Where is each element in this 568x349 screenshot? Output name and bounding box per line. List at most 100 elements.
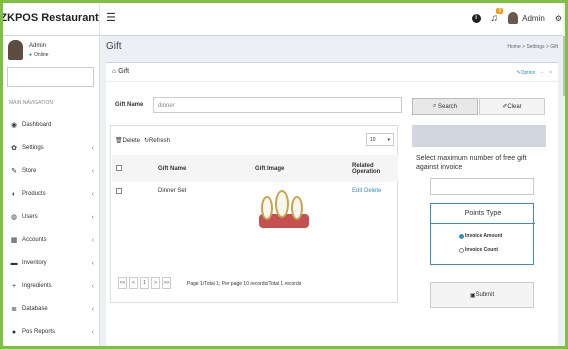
- search-button[interactable]: ⌕ Search: [412, 98, 478, 115]
- next-page-button[interactable]: >: [151, 277, 160, 289]
- prev-page-button[interactable]: <: [129, 277, 138, 289]
- chevron-left-icon: ‹: [91, 167, 94, 175]
- table-header-row: Gift Name Gift Image Related Operation: [112, 155, 398, 182]
- points-type-box: Points Type Invoice Amount Invoice Count: [430, 203, 535, 265]
- profile-status: Online: [29, 52, 48, 58]
- nav-header: MAIN NAVIGATION: [9, 100, 53, 106]
- sidebar: Admin Online MAIN NAVIGATION ◉Dashboard …: [0, 36, 100, 349]
- sidebar-item-inventory[interactable]: ▬ Inventory ‹: [10, 257, 95, 269]
- select-all-checkbox-cell[interactable]: [112, 155, 154, 182]
- box-title: ⌂ Gift: [112, 68, 130, 75]
- breadcrumb[interactable]: Home > Settings > Gift: [507, 44, 558, 50]
- sidebar-item-accounts[interactable]: ▦ Accounts ‹: [10, 234, 94, 246]
- chevron-left-icon: ‹: [91, 282, 94, 290]
- sidebar-item-ingredients[interactable]: + Ingredients ‹: [10, 280, 94, 292]
- sidebar-item-store[interactable]: ✎ Store ‹: [10, 165, 94, 177]
- chevron-left-icon: ‹: [91, 144, 94, 152]
- sidebar-item-settings[interactable]: ✿ Settings ‹: [10, 142, 94, 154]
- notification-badge: 3: [496, 7, 504, 14]
- app-logo[interactable]: ZKPOS Restaurant: [0, 0, 100, 36]
- menu-toggle-icon[interactable]: ☰: [106, 11, 116, 24]
- gift-image-cell: [251, 182, 348, 237]
- profile-name: Admin: [29, 42, 47, 49]
- bank-icon: ⌂: [112, 68, 117, 75]
- close-icon[interactable]: ×: [549, 70, 552, 76]
- products-icon: ◐: [11, 190, 17, 198]
- clear-button[interactable]: ✐ Clear: [479, 98, 545, 115]
- chevron-left-icon: ‹: [91, 190, 94, 198]
- dashboard-icon: ◉: [10, 122, 18, 129]
- pagination: << < 1 > >>: [118, 277, 171, 289]
- gift-name-cell: Dinner Set: [158, 188, 187, 194]
- last-page-button[interactable]: >>: [162, 277, 171, 289]
- sidebar-item-pos-reports[interactable]: ● Pos Reports ‹: [10, 326, 94, 338]
- first-page-button[interactable]: <<: [118, 277, 127, 289]
- trash-icon: 🗑: [115, 138, 123, 144]
- free-gift-description: Select maximum number of free gift again…: [416, 155, 527, 171]
- truck-icon: ▬: [10, 259, 18, 267]
- delete-link[interactable]: Delete: [364, 188, 381, 194]
- info-icon[interactable]: i: [471, 13, 481, 23]
- scrollbar[interactable]: [563, 0, 568, 349]
- page-number[interactable]: 1: [140, 277, 149, 289]
- options-link[interactable]: ✎Option: [516, 70, 535, 76]
- header-avatar: [508, 12, 519, 24]
- table-row: Dinner Set Edit Delete: [112, 182, 398, 237]
- sidebar-search-input[interactable]: [7, 67, 94, 87]
- select-all-checkbox[interactable]: [116, 164, 122, 171]
- table-toolbar: 🗑Delete ↻Refresh: [115, 137, 170, 144]
- top-header: ZKPOS Restaurant ☰ i ♫ 3 Admin ⚙: [0, 0, 568, 36]
- submit-button[interactable]: ▣ Submit: [430, 282, 534, 308]
- chevron-left-icon: ‹: [91, 259, 94, 267]
- share-icon[interactable]: ⚙: [555, 14, 562, 23]
- refresh-button[interactable]: ↻Refresh: [144, 137, 170, 144]
- plus-icon: +: [11, 282, 17, 290]
- col-gift-image: Gift Image: [251, 155, 348, 182]
- delete-button[interactable]: 🗑Delete: [115, 137, 140, 144]
- notification-bell-icon[interactable]: ♫ 3: [491, 7, 504, 24]
- header-right: i ♫ 3 Admin ⚙: [471, 0, 562, 36]
- col-related-operation: Related Operation: [348, 155, 398, 182]
- sidebar-item-database[interactable]: ≣ Database ‹: [10, 303, 94, 315]
- gift-name-input[interactable]: dinner: [153, 97, 402, 113]
- divider: [106, 81, 558, 82]
- box-tools: ✎Option − ×: [516, 70, 552, 76]
- col-gift-name: Gift Name: [154, 155, 251, 182]
- avatar: [8, 40, 23, 60]
- divider: [431, 223, 535, 224]
- chevron-left-icon: ‹: [91, 236, 94, 244]
- pin-icon: ✎: [11, 168, 17, 175]
- panel-header: [412, 125, 546, 147]
- invoice-amount-radio[interactable]: Invoice Amount: [459, 233, 502, 239]
- user-icon: ◍: [10, 214, 18, 221]
- page-title: Gift: [106, 41, 122, 52]
- user-profile: Admin Online: [8, 40, 48, 60]
- dinner-set-image: [257, 188, 311, 230]
- sidebar-item-users[interactable]: ◍ Users ‹: [10, 211, 94, 223]
- radio-empty-icon: [459, 247, 464, 253]
- points-type-title: Points Type: [464, 210, 502, 217]
- collapse-icon[interactable]: −: [541, 70, 544, 76]
- sidebar-item-products[interactable]: ◐ Products ‹: [10, 188, 94, 200]
- accounts-icon: ▦: [10, 237, 18, 244]
- max-gift-input[interactable]: [430, 178, 534, 195]
- header-username: Admin: [522, 13, 545, 23]
- gift-table-panel: 🗑Delete ↻Refresh 10 ▾ Gift Name Gift Imag…: [110, 125, 398, 303]
- chevron-left-icon: ‹: [91, 305, 94, 313]
- gear-icon: ✿: [11, 145, 17, 152]
- page-size-select[interactable]: 10 ▾: [366, 133, 394, 146]
- operation-cell: Edit Delete: [348, 182, 398, 237]
- row-checkbox[interactable]: [116, 188, 122, 194]
- row-checkbox-cell[interactable]: [112, 182, 154, 237]
- scrollbar-thumb[interactable]: [563, 36, 568, 96]
- radio-selected-icon: [459, 233, 464, 239]
- chevron-left-icon: ‹: [91, 328, 94, 336]
- invoice-count-radio[interactable]: Invoice Count: [459, 247, 498, 253]
- page-info: Page 1/Total 1; Per page 10 records/Tota…: [187, 281, 302, 287]
- database-icon: ≣: [11, 306, 17, 313]
- free-gift-panel: Select maximum number of free gift again…: [412, 125, 546, 349]
- chevron-left-icon: ‹: [91, 213, 94, 221]
- sidebar-item-dashboard[interactable]: ◉ Dashboard: [10, 119, 94, 131]
- user-menu[interactable]: Admin: [508, 12, 545, 24]
- edit-link[interactable]: Edit: [352, 188, 362, 194]
